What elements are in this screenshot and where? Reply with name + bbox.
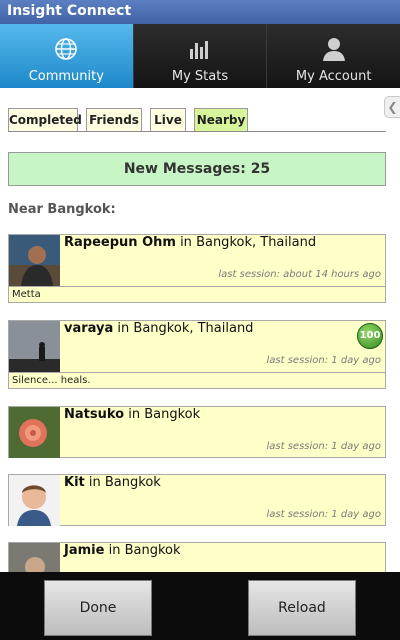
tab-my-account-label: My Account xyxy=(295,69,372,84)
user-name[interactable]: varaya xyxy=(64,321,113,336)
user-location: Bangkok xyxy=(104,475,161,490)
reload-button[interactable]: Reload xyxy=(248,580,356,636)
filter-tab-live[interactable]: Live xyxy=(150,108,186,131)
tab-community[interactable]: Community xyxy=(0,24,133,88)
last-session: last session: 1 day ago xyxy=(266,509,382,520)
user-card[interactable]: Kit in Bangkok last session: 1 day ago xyxy=(8,474,386,526)
user-location: Bangkok xyxy=(124,543,181,558)
avatar xyxy=(9,475,60,526)
person-icon xyxy=(322,38,345,61)
filter-tab-nearby[interactable]: Nearby xyxy=(194,108,248,131)
bar-chart-icon xyxy=(190,41,208,59)
tab-my-stats-label: My Stats xyxy=(171,69,229,84)
location-heading: Near Bangkok: xyxy=(8,202,116,217)
chevron-left-icon: ❮ xyxy=(387,100,398,114)
user-location: Bangkok, Thailand xyxy=(133,321,254,336)
user-location: Bangkok, Thailand xyxy=(196,235,317,250)
last-session: last session: 1 day ago xyxy=(266,441,382,452)
user-title-line: Rapeepun Ohm in Bangkok, Thailand xyxy=(64,235,316,250)
user-title-line: Jamie in Bangkok xyxy=(64,543,181,558)
tab-community-label: Community xyxy=(28,69,104,84)
user-title-line: Kit in Bangkok xyxy=(64,475,161,490)
filter-tab-completed[interactable]: Completed xyxy=(8,108,82,131)
tab-my-account[interactable]: My Account xyxy=(266,24,400,88)
user-in: in xyxy=(88,475,101,490)
user-in: in xyxy=(128,407,141,422)
user-card[interactable]: Rapeepun Ohm in Bangkok, Thailand last s… xyxy=(8,234,386,303)
user-card[interactable]: Natsuko in Bangkok last session: 1 day a… xyxy=(8,406,386,458)
badge-100-icon: 100 xyxy=(357,323,383,349)
user-in: in xyxy=(180,235,192,250)
avatar xyxy=(9,407,60,458)
main-nav: Community My Stats My Account xyxy=(0,24,400,88)
user-status: Silence... heals. xyxy=(9,372,385,388)
done-button[interactable]: Done xyxy=(44,580,152,636)
side-drawer-handle[interactable]: ❮ xyxy=(384,96,400,118)
user-name[interactable]: Jamie xyxy=(64,543,104,558)
avatar xyxy=(9,235,60,286)
user-in: in xyxy=(117,321,130,336)
new-messages-banner[interactable]: New Messages: 25 xyxy=(8,152,386,186)
filter-tabs: Completed Friends Live Nearby xyxy=(8,108,386,132)
globe-icon xyxy=(55,38,78,60)
user-status: Metta xyxy=(9,286,385,302)
last-session: last session: about 14 hours ago xyxy=(218,269,381,280)
user-name[interactable]: Kit xyxy=(64,475,85,490)
user-in: in xyxy=(108,543,121,558)
app-title: Insight Connect xyxy=(0,0,400,24)
user-name[interactable]: Natsuko xyxy=(64,407,124,422)
avatar xyxy=(9,321,60,372)
user-location: Bangkok xyxy=(144,407,201,422)
user-name[interactable]: Rapeepun Ohm xyxy=(64,235,176,250)
user-title-line: varaya in Bangkok, Thailand xyxy=(64,321,253,336)
tab-my-stats[interactable]: My Stats xyxy=(132,24,267,88)
bottom-action-bar: Done Reload xyxy=(0,572,400,640)
last-session: last session: 1 day ago xyxy=(266,355,382,366)
user-card[interactable]: varaya in Bangkok, Thailand 100 last ses… xyxy=(8,320,386,389)
user-title-line: Natsuko in Bangkok xyxy=(64,407,200,422)
filter-tab-friends[interactable]: Friends xyxy=(86,108,142,131)
